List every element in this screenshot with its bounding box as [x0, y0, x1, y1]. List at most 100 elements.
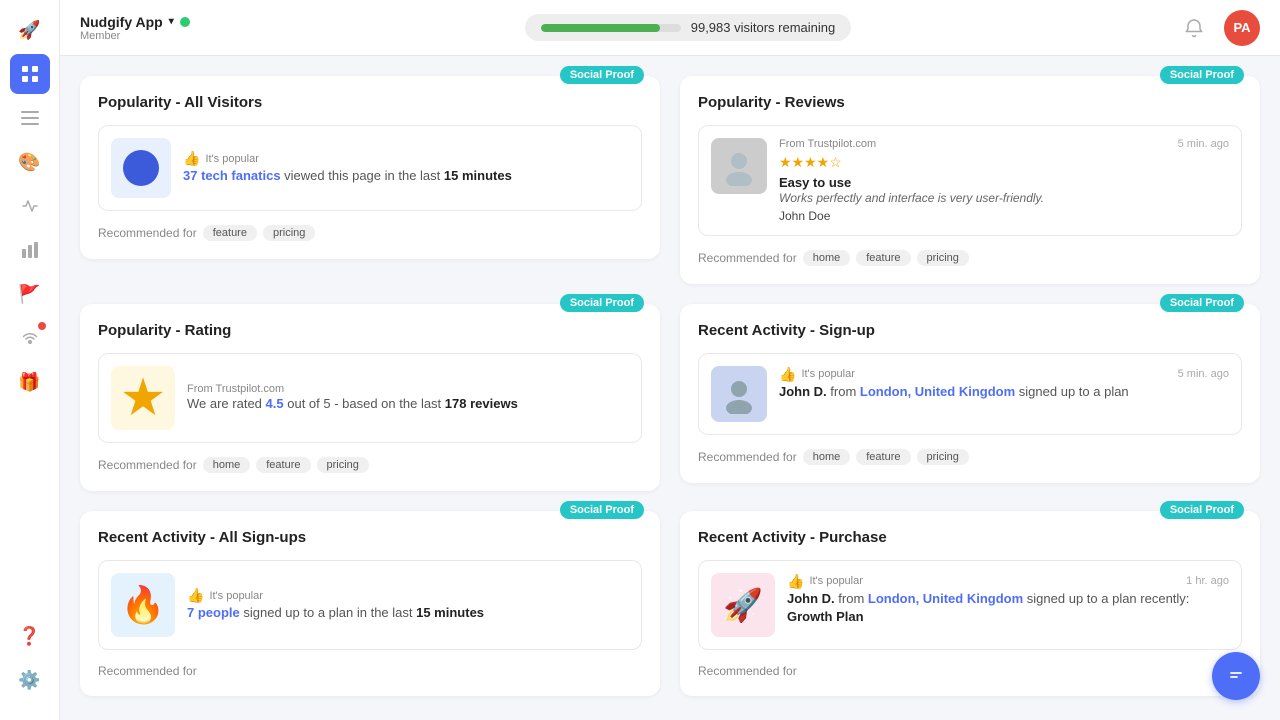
recommended-row-all-signups: Recommended for [98, 664, 642, 678]
rec-label: Recommended for [98, 226, 197, 240]
sidebar-item-palette[interactable]: 🎨 [10, 142, 50, 182]
visitor-notif-text: 37 tech fanatics viewed this page in the… [183, 167, 629, 185]
card-title-reviews: Popularity - Reviews [698, 94, 1242, 111]
tag-home-r: home [203, 457, 251, 473]
signup-action: signed up to a plan [1019, 384, 1129, 399]
big-star-icon: ★ [120, 372, 167, 424]
rec-label-purchase: Recommended for [698, 664, 797, 678]
sidebar-item-settings[interactable]: ⚙️ [10, 660, 50, 700]
popular-label-all-signups: 👍 It's popular [187, 587, 629, 604]
rating-value: 4.5 [266, 396, 284, 411]
review-body: Works perfectly and interface is very us… [779, 190, 1229, 207]
tag-pricing-s: pricing [917, 449, 969, 465]
signup-person-avatar [711, 366, 767, 422]
review-time-ago: 5 min. ago [1178, 138, 1229, 150]
signup-notif-text: John D. from London, United Kingdom sign… [779, 383, 1229, 401]
sidebar-item-chart[interactable] [10, 230, 50, 270]
recommended-row-reviews: Recommended for home feature pricing [698, 250, 1242, 266]
all-signups-text: 7 people signed up to a plan in the last… [187, 604, 629, 622]
visitor-image [111, 138, 171, 198]
thumb-up-icon: 👍 [183, 150, 200, 167]
reviewer-avatar [711, 138, 767, 194]
purchase-time-ago: 1 hr. ago [1186, 575, 1229, 587]
social-proof-badge-all-signups: Social Proof [560, 501, 644, 519]
tag-pricing: pricing [917, 250, 969, 266]
review-stars: ★★★★☆ [779, 154, 1229, 171]
signup-from-label: from [830, 384, 860, 399]
cards-grid: Social Proof Popularity - All Visitors 👍… [80, 76, 1260, 696]
star-image: ★ [111, 366, 175, 430]
card-title-popularity-visitors: Popularity - All Visitors [98, 94, 642, 111]
card-popularity-all-visitors: Social Proof Popularity - All Visitors 👍… [80, 76, 660, 284]
sidebar-item-list[interactable] [10, 98, 50, 138]
rec-label-rating: Recommended for [98, 458, 197, 472]
sidebar-item-gift[interactable]: 🎁 [10, 362, 50, 402]
tag-pricing: pricing [263, 225, 315, 241]
rating-preview: ★ From Trustpilot.com We are rated 4.5 o… [98, 353, 642, 443]
sidebar-item-activity[interactable] [10, 186, 50, 226]
signup-preview: 👍 It's popular 5 min. ago John D. from L… [698, 353, 1242, 435]
thumb-up-icon-all: 👍 [187, 587, 204, 604]
blue-dot-icon [123, 150, 159, 186]
card-title-purchase: Recent Activity - Purchase [698, 529, 1242, 546]
topbar: Nudgify App ▾ Member 99,983 visitors rem… [60, 0, 1280, 56]
progress-fill [541, 24, 660, 32]
member-label: Member [80, 30, 200, 42]
social-proof-badge: Social Proof [560, 66, 644, 84]
visitor-text-plain: viewed this page in the last [284, 168, 444, 183]
recommended-row-purchase: Recommended for [698, 664, 1242, 678]
notif-preview-visitors: 👍 It's popular 37 tech fanatics viewed t… [98, 125, 642, 211]
signup-location: London, United Kingdom [860, 384, 1015, 399]
topbar-right: PA [1176, 10, 1260, 46]
user-avatar[interactable]: PA [1224, 10, 1260, 46]
sidebar: 🚀 🎨 🚩 🎁 [0, 0, 60, 720]
rating-reviews: 178 reviews [445, 396, 518, 411]
topbar-center: 99,983 visitors remaining [216, 14, 1160, 41]
purchase-location: London, United Kingdom [868, 591, 1023, 606]
tag-home: home [803, 250, 851, 266]
review-title: Easy to use [779, 175, 1229, 190]
sidebar-item-rocket[interactable]: 🚀 [10, 10, 50, 50]
social-proof-badge-rating: Social Proof [560, 294, 644, 312]
rocket-purchase-icon: 🚀 [711, 573, 775, 637]
thumb-up-icon-purchase: 👍 [787, 573, 804, 590]
recommended-row-signup: Recommended for home feature pricing [698, 449, 1242, 465]
tag-feature: feature [856, 250, 910, 266]
popular-label-purchase: 👍 It's popular [787, 573, 863, 590]
recommended-row: Recommended for feature pricing [98, 225, 642, 241]
review-author: John Doe [779, 209, 1229, 223]
sidebar-item-dashboard[interactable] [10, 54, 50, 94]
rec-label-reviews: Recommended for [698, 251, 797, 265]
flame-icon: 🔥 [111, 573, 175, 637]
purchase-action: signed up to a plan recently: [1027, 591, 1190, 606]
tag-feature-r: feature [256, 457, 310, 473]
rating-source: From Trustpilot.com [187, 383, 629, 395]
chat-button[interactable] [1212, 652, 1260, 700]
signup-time-ago: 5 min. ago [1178, 368, 1229, 380]
rec-label-all-signups: Recommended for [98, 664, 197, 678]
visitor-count-text: 99,983 visitors remaining [691, 20, 836, 35]
online-indicator [180, 17, 190, 27]
card-title-rating: Popularity - Rating [98, 322, 642, 339]
notification-bell-button[interactable] [1176, 10, 1212, 46]
card-popularity-rating: Social Proof Popularity - Rating ★ From … [80, 304, 660, 491]
app-name-row[interactable]: Nudgify App ▾ [80, 14, 200, 30]
sidebar-item-signal[interactable] [10, 318, 50, 358]
rating-text-pre: We are rated [187, 396, 266, 411]
progress-track [541, 24, 681, 32]
signup-text-plain: signed up to a plan in the last [243, 605, 416, 620]
social-proof-badge-purchase: Social Proof [1160, 501, 1244, 519]
sidebar-item-flag[interactable]: 🚩 [10, 274, 50, 314]
purchase-preview: 🚀 👍 It's popular 1 hr. ago John D. [698, 560, 1242, 650]
purchase-from-label: from [838, 591, 868, 606]
recommended-row-rating: Recommended for home feature pricing [98, 457, 642, 473]
app-name-label: Nudgify App [80, 14, 163, 30]
sidebar-item-help[interactable]: ❓ [10, 616, 50, 656]
visitor-time: 15 minutes [444, 168, 512, 183]
social-proof-badge-reviews: Social Proof [1160, 66, 1244, 84]
purchase-plan: Growth Plan [787, 609, 864, 624]
tag-feature: feature [203, 225, 257, 241]
tag-feature-s: feature [856, 449, 910, 465]
all-signups-preview: 🔥 👍 It's popular 7 people signed up to a… [98, 560, 642, 650]
signup-time-period: 15 minutes [416, 605, 484, 620]
